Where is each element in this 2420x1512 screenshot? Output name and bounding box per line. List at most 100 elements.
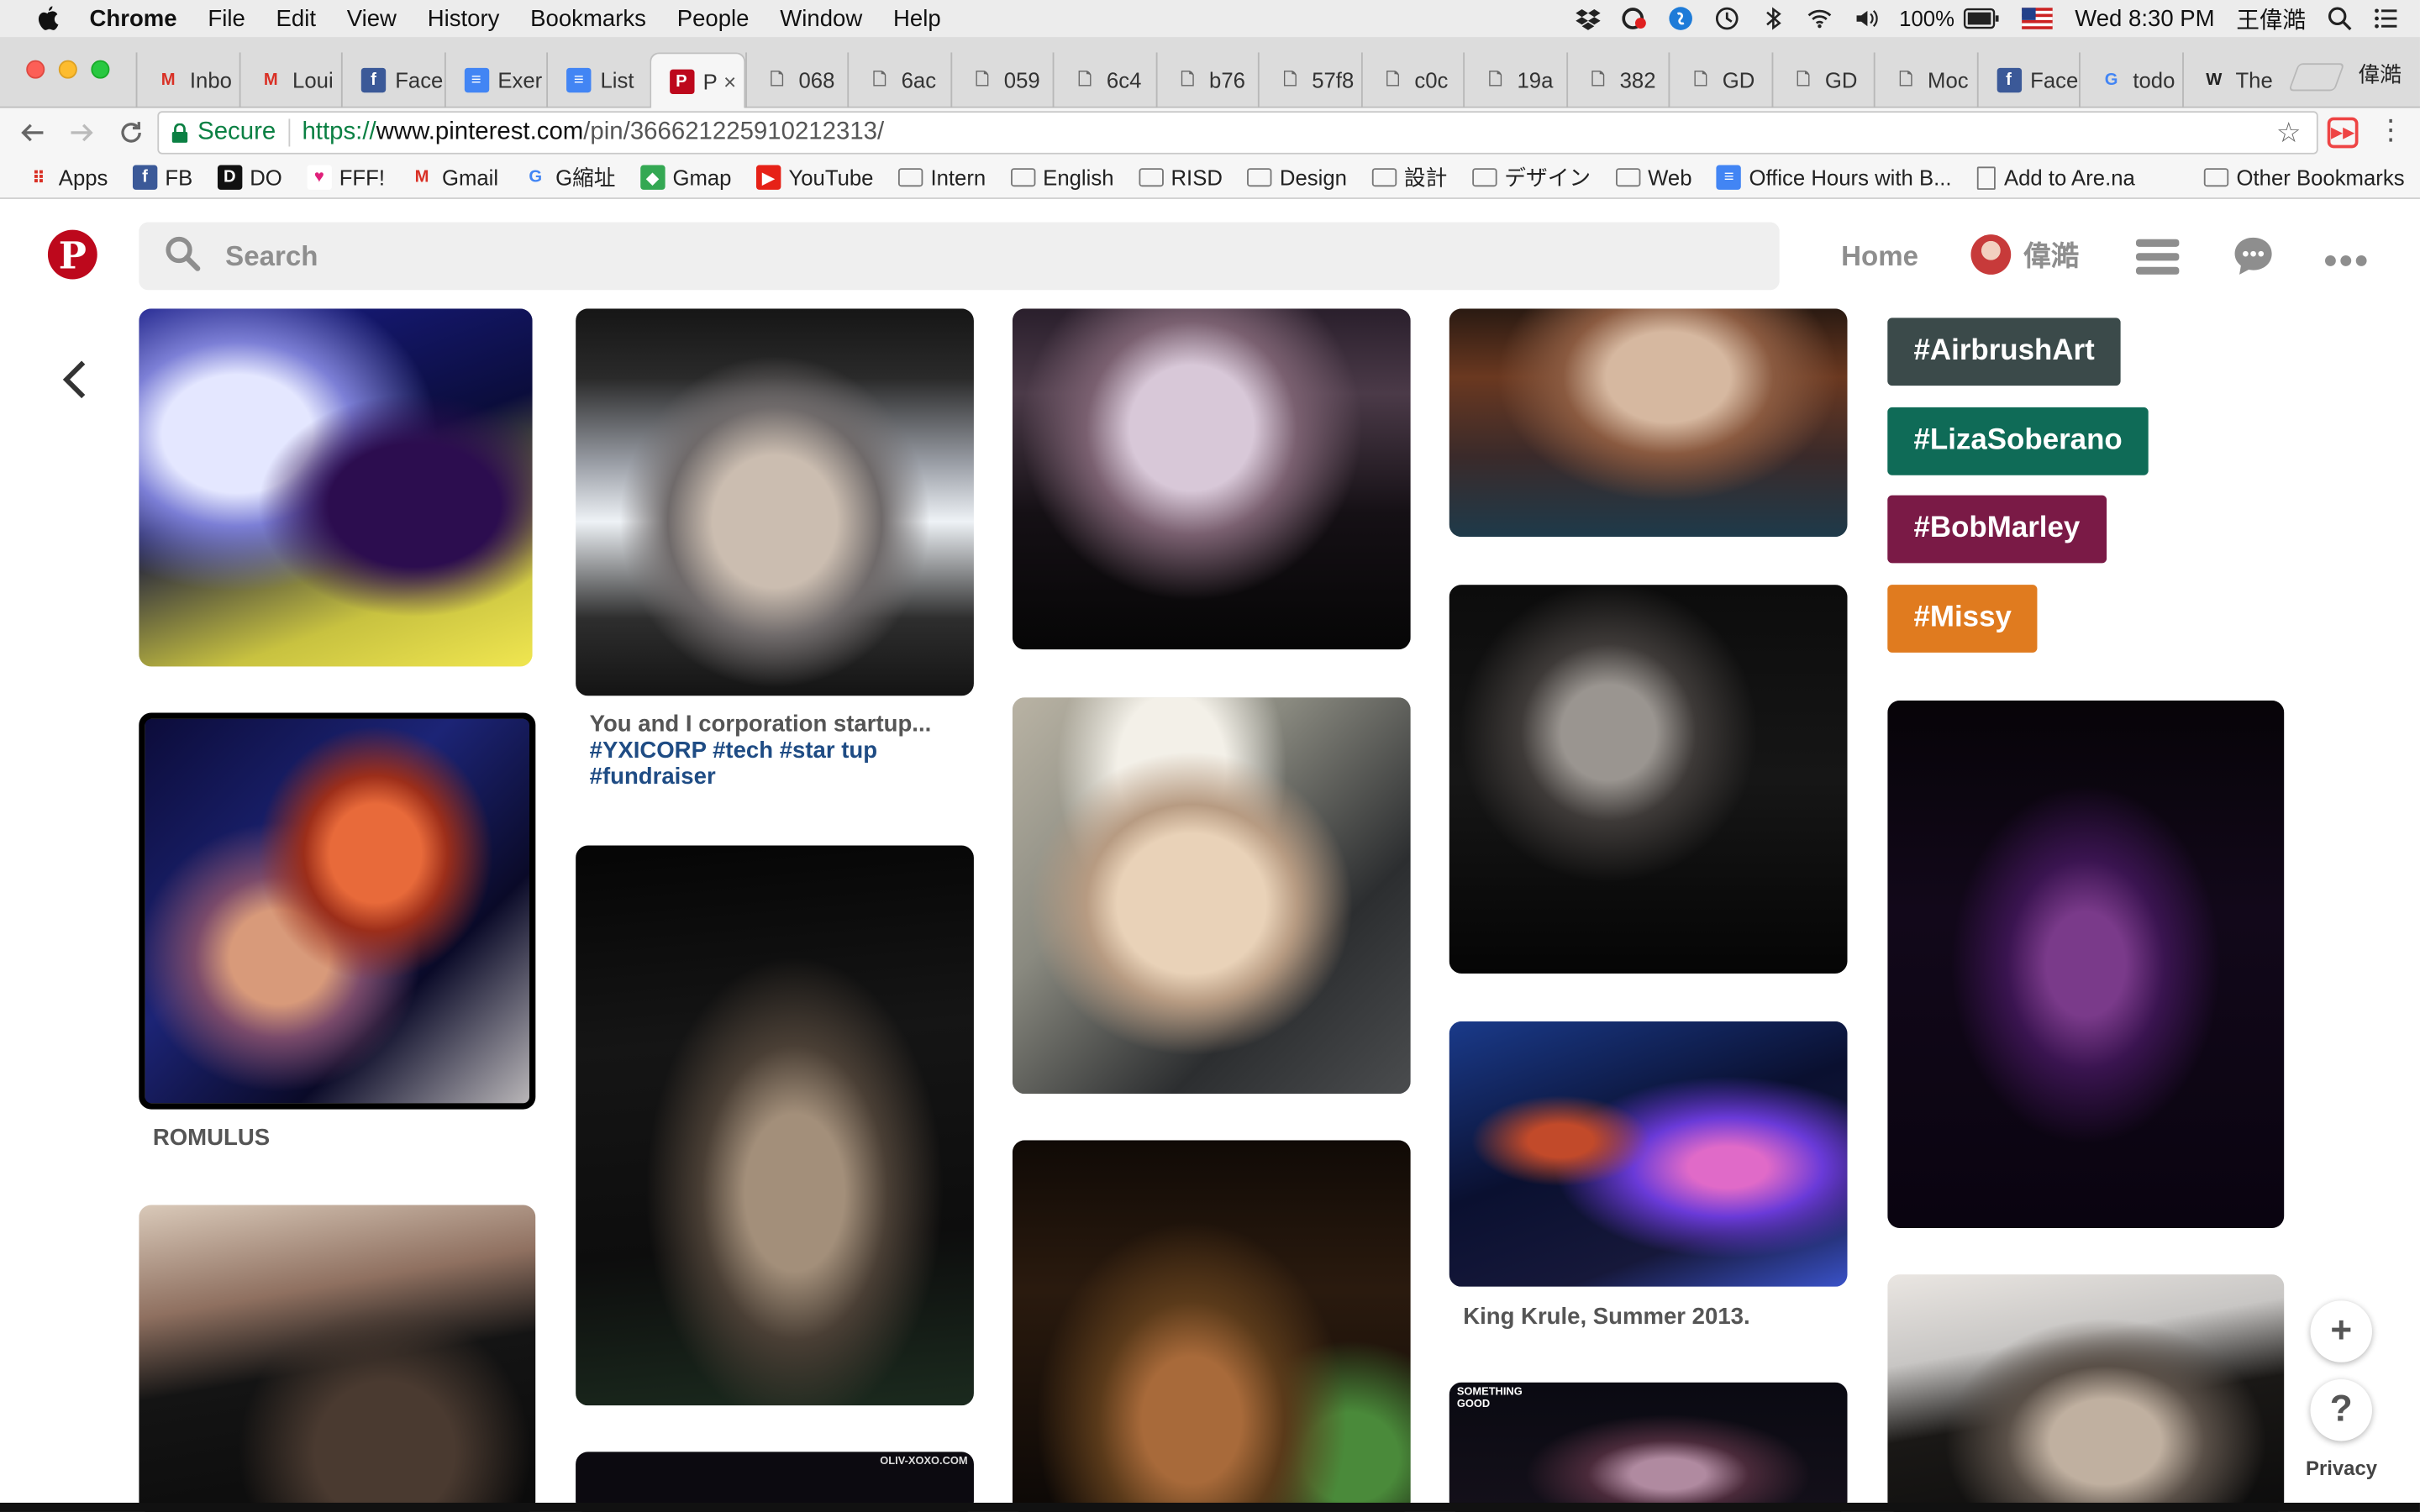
clock[interactable]: Wed 8:30 PM: [2075, 5, 2214, 31]
hashtag-button[interactable]: #AirbrushArt: [1887, 318, 2121, 386]
new-tab-button[interactable]: [2288, 63, 2345, 92]
menu-view[interactable]: View: [347, 5, 397, 31]
add-button[interactable]: +: [2310, 1300, 2373, 1362]
browser-tab[interactable]: 🗋 b76: [1155, 52, 1258, 108]
chrome-menu-icon[interactable]: ⋮: [2377, 114, 2405, 147]
search-input[interactable]: [225, 239, 1615, 273]
pin-card[interactable]: [1449, 308, 1848, 538]
browser-tab[interactable]: f Face: [340, 52, 444, 108]
pin-caption[interactable]: ROMULUS: [153, 1125, 270, 1151]
pin-card[interactable]: [139, 1205, 536, 1512]
pin-caption-tags[interactable]: #YXICORP #tech #star tup #fundraiser: [590, 738, 877, 790]
browser-tab[interactable]: 🗋 6c4: [1052, 52, 1155, 108]
notification-center-icon[interactable]: [2374, 6, 2398, 30]
browser-tab[interactable]: 🗋 GD: [1668, 52, 1770, 108]
bookmark-item[interactable]: ⠿ Apps: [26, 165, 108, 190]
pin-card[interactable]: [139, 712, 536, 1110]
search-bar[interactable]: [139, 222, 1780, 291]
browser-tab[interactable]: 🗋 GD: [1770, 52, 1874, 108]
bookmark-item[interactable]: ♥ FFF!: [307, 165, 385, 190]
pin-card[interactable]: [1012, 697, 1411, 1095]
browser-tab[interactable]: 🗋 Moc: [1873, 52, 1976, 108]
bookmark-item[interactable]: Intern: [897, 165, 986, 190]
menu-history[interactable]: History: [428, 5, 500, 31]
browser-tab[interactable]: f Face: [1975, 52, 2079, 108]
browser-tab[interactable]: 🗋 c0c: [1360, 52, 1463, 108]
browser-tab[interactable]: 🗋 19a: [1463, 52, 1565, 108]
zoom-window-button[interactable]: [91, 60, 110, 79]
browser-tab[interactable]: 🗋 382: [1565, 52, 1668, 108]
browser-tab[interactable]: 🗋 068: [744, 52, 847, 108]
menu-chrome[interactable]: Chrome: [90, 5, 177, 31]
battery-icon[interactable]: [1964, 8, 2001, 29]
extension-icon[interactable]: ▶▶: [2327, 117, 2359, 149]
menu-icon[interactable]: [2135, 238, 2180, 282]
menu-file[interactable]: File: [208, 5, 245, 31]
hashtag-button[interactable]: #BobMarley: [1887, 495, 2107, 564]
browser-tab[interactable]: 🗋 059: [950, 52, 1052, 108]
home-link[interactable]: Home: [1841, 241, 1918, 274]
volume-icon[interactable]: [1853, 6, 1877, 30]
bookmark-item[interactable]: Web: [1615, 165, 1692, 190]
menu-window[interactable]: Window: [780, 5, 862, 31]
browser-tab[interactable]: W The: [2181, 52, 2284, 108]
pin-card[interactable]: [1449, 1021, 1848, 1287]
pin-card[interactable]: [1887, 1274, 2285, 1512]
bookmark-item[interactable]: G G縮址: [523, 162, 615, 193]
bookmark-item[interactable]: 設計: [1371, 162, 1447, 193]
close-window-button[interactable]: [26, 60, 45, 79]
bluetooth-icon[interactable]: [1760, 6, 1785, 30]
secure-indicator[interactable]: Secure: [171, 118, 288, 146]
close-tab-icon[interactable]: ×: [723, 69, 736, 93]
more-options-icon[interactable]: [2324, 247, 2367, 275]
bookmark-item[interactable]: デザイン: [1471, 162, 1591, 193]
address-bar[interactable]: Secure https://www.pinterest.com/pin/366…: [157, 111, 2318, 155]
other-bookmarks[interactable]: Other Bookmarks: [2203, 165, 2405, 190]
reload-button[interactable]: [114, 116, 148, 150]
privacy-link[interactable]: Privacy: [2306, 1457, 2377, 1480]
bookmark-item[interactable]: M Gmail: [409, 165, 498, 190]
wifi-icon[interactable]: [1807, 6, 1831, 30]
pin-card[interactable]: [576, 308, 974, 696]
bookmark-item[interactable]: D DO: [217, 165, 282, 190]
spotlight-icon[interactable]: [2328, 6, 2352, 31]
help-button[interactable]: ?: [2310, 1379, 2373, 1441]
bookmark-item[interactable]: ◆ Gmap: [639, 165, 731, 190]
pin-caption[interactable]: You and I corporation startup... #YXICOR…: [590, 711, 968, 790]
profile-link[interactable]: 偉澔: [1970, 234, 2079, 275]
pin-card[interactable]: SOMETHING GOOD: [1449, 1382, 1848, 1512]
apple-icon[interactable]: [34, 5, 61, 33]
pin-card[interactable]: [1012, 1140, 1411, 1512]
back-arrow-icon[interactable]: [59, 358, 92, 409]
menu-help[interactable]: Help: [893, 5, 941, 31]
browser-tab[interactable]: Gtodo: [2079, 52, 2181, 108]
back-button[interactable]: [15, 116, 49, 150]
pin-caption[interactable]: King Krule, Summer 2013.: [1463, 1304, 1749, 1330]
hashtag-button[interactable]: #Missy: [1887, 585, 2039, 653]
browser-tab[interactable]: P P ×: [649, 52, 745, 108]
forward-button[interactable]: [65, 116, 98, 150]
creative-cloud-icon[interactable]: [1621, 6, 1646, 30]
bookmark-item[interactable]: RISD: [1138, 165, 1223, 190]
profile-name[interactable]: 偉澔: [2358, 59, 2401, 90]
user-name[interactable]: 王偉澔: [2236, 3, 2306, 35]
bookmark-item[interactable]: Add to Are.na: [1975, 165, 2135, 190]
dropbox-icon[interactable]: [1575, 6, 1600, 30]
browser-tab[interactable]: 🗋 57f8: [1257, 52, 1360, 108]
pin-card[interactable]: [1887, 700, 2285, 1229]
hashtag-button[interactable]: #LizaSoberano: [1887, 407, 2149, 475]
bookmark-item[interactable]: f FB: [132, 165, 192, 190]
pin-card[interactable]: [1449, 585, 1848, 974]
time-machine-icon[interactable]: [1714, 6, 1739, 30]
flag-us-icon[interactable]: [2022, 8, 2054, 29]
url-text[interactable]: https://www.pinterest.com/pin/3666212259…: [302, 118, 884, 146]
shazam-icon[interactable]: [1668, 6, 1692, 30]
bookmark-item[interactable]: ▶ YouTube: [755, 165, 873, 190]
menu-people[interactable]: People: [677, 5, 750, 31]
browser-tab[interactable]: ≡ Exer: [444, 52, 546, 108]
menu-bookmarks[interactable]: Bookmarks: [530, 5, 646, 31]
minimize-window-button[interactable]: [58, 60, 77, 79]
bookmark-item[interactable]: Design: [1247, 165, 1347, 190]
menu-edit[interactable]: Edit: [276, 5, 316, 31]
pin-card[interactable]: [1012, 308, 1411, 650]
